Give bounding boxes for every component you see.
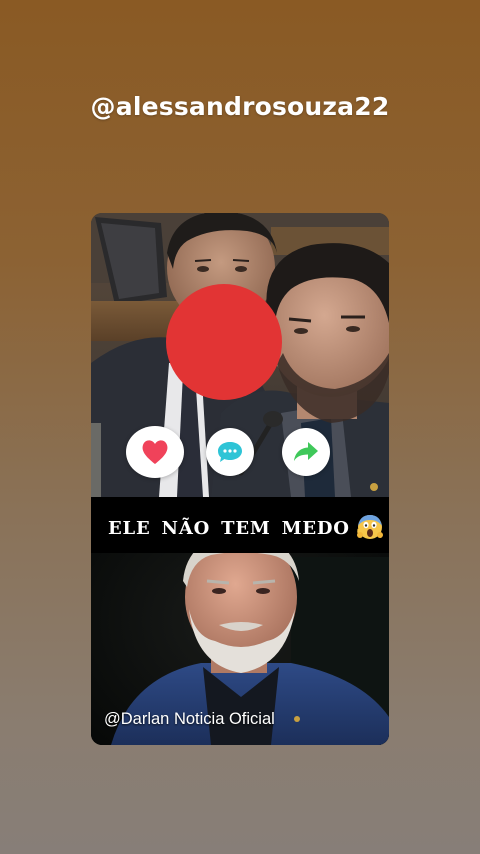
face-screaming-in-fear-icon xyxy=(356,515,383,539)
share-arrow-icon xyxy=(294,442,318,461)
caption-line: ELE NÃO TEM MEDO xyxy=(108,512,384,540)
chat-bubble-icon xyxy=(218,442,242,462)
heart-icon xyxy=(142,440,168,464)
like-button[interactable] xyxy=(126,426,184,478)
caption-bar: ELE NÃO TEM MEDO xyxy=(91,497,389,553)
watermark-text: @Darlan Noticia Oficial xyxy=(104,710,275,728)
record-button[interactable] xyxy=(166,284,282,400)
username-label: @alessandrosouza22 xyxy=(90,92,390,121)
caption-text: ELE NÃO TEM MEDO xyxy=(108,518,350,539)
share-button[interactable] xyxy=(282,428,330,476)
comment-button[interactable] xyxy=(206,428,254,476)
bottom-panel: ELE NÃO TEM MEDO @Darlan Noticia Oficial xyxy=(91,497,389,745)
